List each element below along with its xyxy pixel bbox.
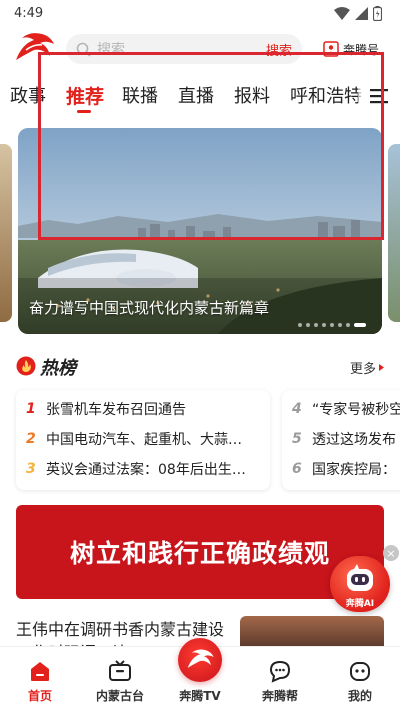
carousel-next-slide[interactable] (388, 144, 400, 322)
ad-banner-text: 树立和践行正确政绩观 (69, 539, 330, 568)
hot-list-card: 1 张雪机车发布召回通告 2 中国电动汽车、起重机、大蒜… 3 英议会通过法案：… (16, 390, 270, 490)
hot-item-text: 国家疾控局： (312, 462, 396, 478)
hot-list-header: 热榜 更多 (0, 352, 400, 382)
tab-live[interactable]: 直播 (178, 82, 214, 108)
tab-report[interactable]: 报料 (234, 82, 270, 108)
hot-item[interactable]: 5 透过这场发布 (292, 428, 396, 450)
tab-broadcast[interactable]: 联播 (122, 82, 158, 108)
nav-neimenggu-tv[interactable]: 内蒙古台 (80, 647, 160, 710)
rank-number: 2 (26, 431, 36, 447)
hot-item[interactable]: 3 英议会通过法案：08年后出生… (26, 458, 246, 480)
banner-carousel[interactable]: 奋力谱写中国式现代化内蒙古新篇章 (0, 128, 400, 336)
rank-number: 6 (292, 461, 302, 477)
banner-slide[interactable]: 奋力谱写中国式现代化内蒙古新篇章 (18, 128, 382, 334)
carousel-prev-slide[interactable] (0, 144, 12, 322)
carousel-dot (338, 323, 342, 327)
nav-profile[interactable]: 我的 (320, 647, 400, 710)
banner-caption: 奋力谱写中国式现代化内蒙古新篇章 (29, 299, 270, 317)
home-icon (31, 662, 49, 681)
battery-icon (373, 5, 382, 21)
nav-home[interactable]: 首页 (0, 647, 80, 710)
carousel-dot (298, 323, 302, 327)
tv-icon (109, 660, 131, 681)
rank-number: 3 (26, 461, 36, 477)
nav-benteng-tv-label: 奔腾TV (179, 689, 221, 703)
account-card-icon (323, 41, 339, 57)
ad-banner[interactable]: 树立和践行正确政绩观 (16, 505, 384, 599)
profile-icon (350, 662, 370, 681)
benteng-account-label: 奔腾号 (342, 42, 379, 57)
search-icon (76, 42, 91, 57)
hot-item-text: 英议会通过法案：08年后出生… (46, 462, 246, 478)
rank-number: 4 (292, 401, 302, 417)
tab-recommend[interactable]: 推荐 (66, 82, 104, 109)
search-placeholder: 搜索 (97, 42, 125, 58)
top-bar: 搜索 搜索 奔腾号 (0, 26, 400, 70)
rank-number: 5 (292, 431, 302, 447)
hot-more-link[interactable]: 更多 (350, 358, 385, 377)
fire-icon (16, 356, 36, 376)
nav-profile-label: 我的 (347, 689, 372, 703)
status-bar: 4:49 (0, 0, 400, 26)
carousel-dot (306, 323, 310, 327)
hot-item-text: “专家号被秒空 (312, 402, 400, 418)
rank-number: 1 (26, 401, 36, 417)
carousel-dot (314, 323, 318, 327)
carousel-dot (322, 323, 326, 327)
chat-icon (269, 660, 291, 683)
benteng-ai-button[interactable]: 奔腾AI (330, 556, 390, 612)
arrow-right-icon (379, 364, 385, 371)
search-button[interactable]: 搜索 (266, 40, 292, 59)
nav-neimenggu-tv-label: 内蒙古台 (95, 689, 144, 703)
news-thumbnail (240, 616, 384, 646)
benteng-ai-label: 奔腾AI (345, 599, 375, 609)
hot-item-text: 透过这场发布 (312, 432, 396, 448)
carousel-dot (346, 323, 350, 327)
benteng-account-button[interactable]: 奔腾号 (312, 34, 390, 64)
hot-item[interactable]: 1 张雪机车发布召回通告 (26, 398, 186, 420)
search-input[interactable]: 搜索 搜索 (66, 34, 302, 64)
benteng-tv-center-button[interactable] (178, 638, 222, 682)
more-label: 更多 (350, 362, 377, 377)
carousel-indicator (298, 323, 366, 327)
hot-item[interactable]: 2 中国电动汽车、起重机、大蒜… (26, 428, 242, 450)
active-tab-indicator (77, 110, 91, 113)
wifi-icon (334, 6, 350, 20)
channel-menu-button[interactable] (358, 80, 400, 112)
nav-benteng-help-label: 奔腾帮 (261, 689, 298, 703)
nav-home-label: 首页 (27, 689, 52, 703)
channel-tabs: 政事 推荐 联播 直播 报料 呼和浩特 (0, 76, 400, 116)
hot-list-card: 4 “专家号被秒空 5 透过这场发布 6 国家疾控局： (282, 390, 400, 490)
carousel-dot (330, 323, 334, 327)
hot-item[interactable]: 6 国家疾控局： (292, 458, 396, 480)
benteng-logo-icon[interactable] (12, 30, 56, 64)
tab-politics[interactable]: 政事 (10, 82, 46, 108)
status-icons (334, 5, 382, 21)
robot-icon (347, 564, 373, 591)
nav-benteng-help[interactable]: 奔腾帮 (240, 647, 320, 710)
signal-icon (355, 6, 368, 20)
menu-icon (370, 89, 388, 104)
hot-list-title: 热榜 (40, 358, 76, 379)
tab-hohhot[interactable]: 呼和浩特 (290, 82, 362, 108)
horse-logo-icon (187, 649, 214, 668)
status-time: 4:49 (14, 5, 44, 21)
carousel-dot (354, 323, 366, 327)
hot-item-text: 中国电动汽车、起重机、大蒜… (46, 432, 242, 448)
hot-item-text: 张雪机车发布召回通告 (46, 402, 186, 418)
close-ad-button[interactable]: × (383, 545, 399, 561)
hot-item[interactable]: 4 “专家号被秒空 (292, 398, 400, 420)
